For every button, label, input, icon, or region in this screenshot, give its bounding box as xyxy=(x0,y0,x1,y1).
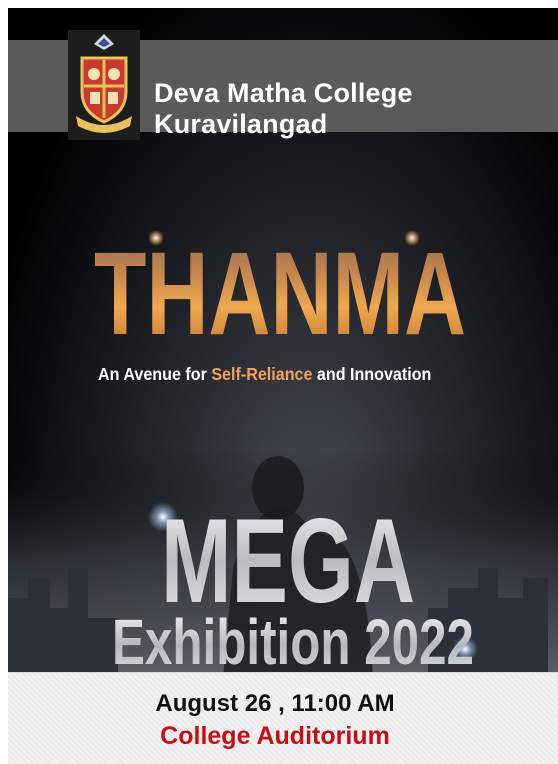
subheadline-text: Exhibition 2022 xyxy=(112,606,474,674)
college-name: Deva Matha College Kuravilangad xyxy=(154,78,413,139)
subheadline: Exhibition 2022 xyxy=(112,606,474,674)
event-date-time: August 26 , 11:00 AM xyxy=(155,690,395,717)
lens-flare xyxy=(148,230,164,246)
event-tagline: An Avenue for Self-Reliance and Innovati… xyxy=(98,364,521,385)
tagline-highlight: Self-Reliance xyxy=(211,364,313,384)
tagline-part1: An Avenue for xyxy=(98,364,212,384)
event-venue: College Auditorium xyxy=(160,722,390,750)
college-crest-icon xyxy=(68,30,140,140)
headline-text: MEGA xyxy=(161,498,415,608)
tagline-part2: and Innovation xyxy=(312,364,432,384)
lens-flare xyxy=(404,230,420,246)
event-poster: Deva Matha College Kuravilangad THANMA A… xyxy=(8,8,558,764)
event-title-text: THANMA xyxy=(94,228,466,348)
headline: MEGA xyxy=(161,498,415,608)
